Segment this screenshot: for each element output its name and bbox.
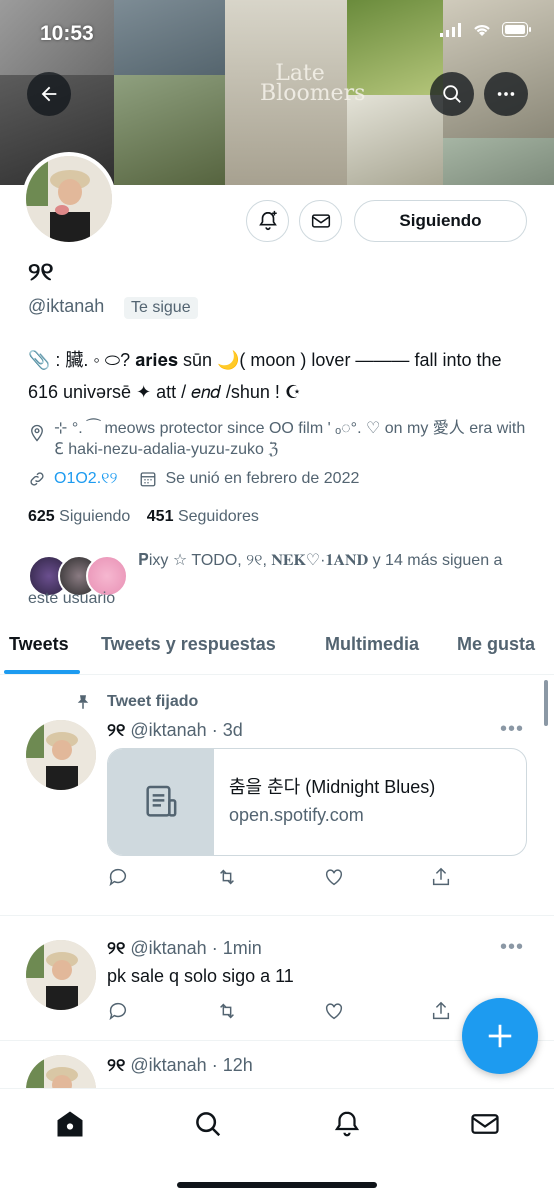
search-icon	[443, 85, 461, 103]
share-icon[interactable]	[430, 866, 452, 893]
retweet-icon[interactable]	[215, 1000, 239, 1027]
banner-tile	[114, 75, 225, 185]
nav-notifications[interactable]	[332, 1109, 362, 1144]
profile-handle: @iktanah	[28, 296, 105, 316]
avatar-image	[26, 156, 112, 242]
banner-tile	[443, 138, 554, 185]
profile-meta: O1O2.୧୨ Se unió en febrero de 2022	[28, 470, 359, 488]
avatar-image	[26, 720, 96, 790]
tab-media[interactable]: Multimedia	[325, 634, 419, 655]
share-icon[interactable]	[430, 1000, 452, 1027]
tweet-header: ୨୧ @iktanah · 12h	[107, 1055, 253, 1076]
search-icon	[196, 1112, 221, 1137]
tweet-author-handle[interactable]: @iktanah	[130, 1055, 206, 1075]
website-link[interactable]: O1O2.୧୨	[54, 470, 117, 488]
profile-stats: 625 Siguiendo 451 Seguidores	[28, 508, 259, 526]
pinned-label: Tweet fijado	[107, 693, 199, 710]
like-icon[interactable]	[323, 1000, 345, 1027]
message-button[interactable]	[299, 200, 342, 242]
tweet-actions	[107, 1000, 457, 1026]
followed-by-text[interactable]: 𝐏ixy ☆ TODO, ୨୧, 𝐍𝐄𝐊♡·𝟏𝐀𝐍𝐃 y 14 más sigu…	[28, 542, 533, 618]
following-label: Siguiendo	[59, 508, 131, 525]
tweet-actions	[107, 866, 457, 892]
link-card[interactable]: 춤을 춘다 (Midnight Blues) open.spotify.com	[107, 748, 527, 856]
signal-icon	[440, 22, 461, 37]
follows-you-badge: Te sigue	[124, 297, 198, 319]
notify-button[interactable]	[246, 200, 289, 242]
location-text: ⊹ °. ⁀ meows protector since OO film ' ₒ…	[54, 420, 526, 458]
retweet-icon[interactable]	[215, 866, 239, 893]
link-icon	[30, 472, 44, 486]
tweet-more-icon[interactable]: •••	[500, 718, 524, 741]
reply-icon[interactable]	[107, 866, 129, 893]
wifi-icon	[474, 24, 490, 36]
envelope-icon	[311, 214, 330, 228]
tweet-time: · 12h	[211, 1055, 253, 1075]
profile-tabs: Tweets Tweets y respuestas Multimedia Me…	[0, 620, 554, 675]
banner-tile	[347, 95, 443, 185]
location-icon	[31, 424, 43, 442]
tweet-author-name[interactable]: ୨୧	[107, 720, 125, 740]
tab-likes[interactable]: Me gusta	[457, 634, 535, 655]
profile-avatar[interactable]	[22, 152, 116, 246]
active-tab-indicator	[4, 670, 80, 674]
back-button[interactable]	[27, 72, 71, 116]
card-url: open.spotify.com	[229, 805, 364, 825]
followed-by-label: 𝐏ixy ☆ TODO, ୨୧, 𝐍𝐄𝐊♡·𝟏𝐀𝐍𝐃 y 14 más sigu…	[28, 552, 503, 607]
tweet-header: ୨୧ @iktanah · 3d	[107, 720, 243, 741]
more-horizontal-icon	[497, 92, 515, 96]
following-button[interactable]: Siguiendo	[354, 200, 527, 242]
like-icon[interactable]	[323, 866, 345, 893]
followers-label: Seguidores	[177, 508, 259, 525]
article-icon	[146, 785, 177, 817]
followers-count: 451	[146, 508, 174, 525]
envelope-icon	[471, 1114, 499, 1134]
status-icons	[440, 22, 532, 37]
tab-tweets-and-replies[interactable]: Tweets y respuestas	[101, 634, 276, 655]
following-stat[interactable]: 625 Siguiendo	[28, 508, 130, 525]
search-button[interactable]	[430, 72, 474, 116]
tweet-pinned[interactable]: Tweet fijado ୨୧ @iktanah · 3d ••• 춤을 춘다 …	[0, 676, 554, 916]
more-options-button[interactable]	[484, 72, 528, 116]
arrow-left-icon	[41, 86, 57, 102]
tweet-avatar[interactable]	[26, 940, 96, 1010]
card-title: 춤을 춘다 (Midnight Blues)	[229, 777, 436, 797]
tweet-text: pk sale q solo sigo a 11	[107, 966, 294, 986]
card-thumbnail	[108, 749, 214, 855]
nav-home[interactable]	[55, 1109, 85, 1144]
bell-plus-icon	[258, 210, 277, 231]
joined-date: Se unió en febrero de 2022	[165, 470, 360, 487]
profile-bio: 📎 : 臟. ◦ ⬭? 𝐚𝐫𝐢𝐞𝐬 sūn 🌙( moon ) lover ——…	[28, 350, 502, 402]
tweet-author-name[interactable]: ୨୧	[107, 938, 125, 958]
tweet-author-handle[interactable]: @iktanah	[130, 720, 206, 740]
battery-icon	[502, 22, 531, 37]
home-indicator[interactable]	[177, 1182, 377, 1188]
pin-icon	[77, 695, 89, 709]
tweet-time: · 3d	[211, 720, 243, 740]
home-icon	[57, 1111, 83, 1137]
nav-search[interactable]	[193, 1109, 223, 1144]
following-count: 625	[28, 508, 55, 525]
avatar-image	[26, 940, 96, 1010]
status-bar: 10:53	[0, 0, 554, 60]
compose-tweet-button[interactable]	[462, 998, 538, 1074]
followers-stat[interactable]: 451 Seguidores	[147, 508, 259, 525]
nav-messages[interactable]	[470, 1109, 500, 1144]
tweet-header: ୨୧ @iktanah · 1min	[107, 938, 262, 959]
profile-location: ⊹ °. ⁀ meows protector since OO film ' ₒ…	[28, 418, 533, 460]
calendar-icon	[141, 472, 156, 487]
plus-icon	[488, 1024, 512, 1048]
bell-icon	[334, 1111, 360, 1137]
status-time: 10:53	[40, 22, 94, 45]
profile-name: ୨୧	[28, 258, 54, 286]
banner-overlay-text: Late Bloomers	[260, 61, 366, 106]
tweet-author-name[interactable]: ୨୧	[107, 1055, 125, 1075]
tweet-time: · 1min	[211, 938, 262, 958]
reply-icon[interactable]	[107, 1000, 129, 1027]
tweet-more-icon[interactable]: •••	[500, 936, 524, 959]
tweet-avatar[interactable]	[26, 720, 96, 790]
tab-tweets[interactable]: Tweets	[9, 634, 69, 655]
tweet-author-handle[interactable]: @iktanah	[130, 938, 206, 958]
